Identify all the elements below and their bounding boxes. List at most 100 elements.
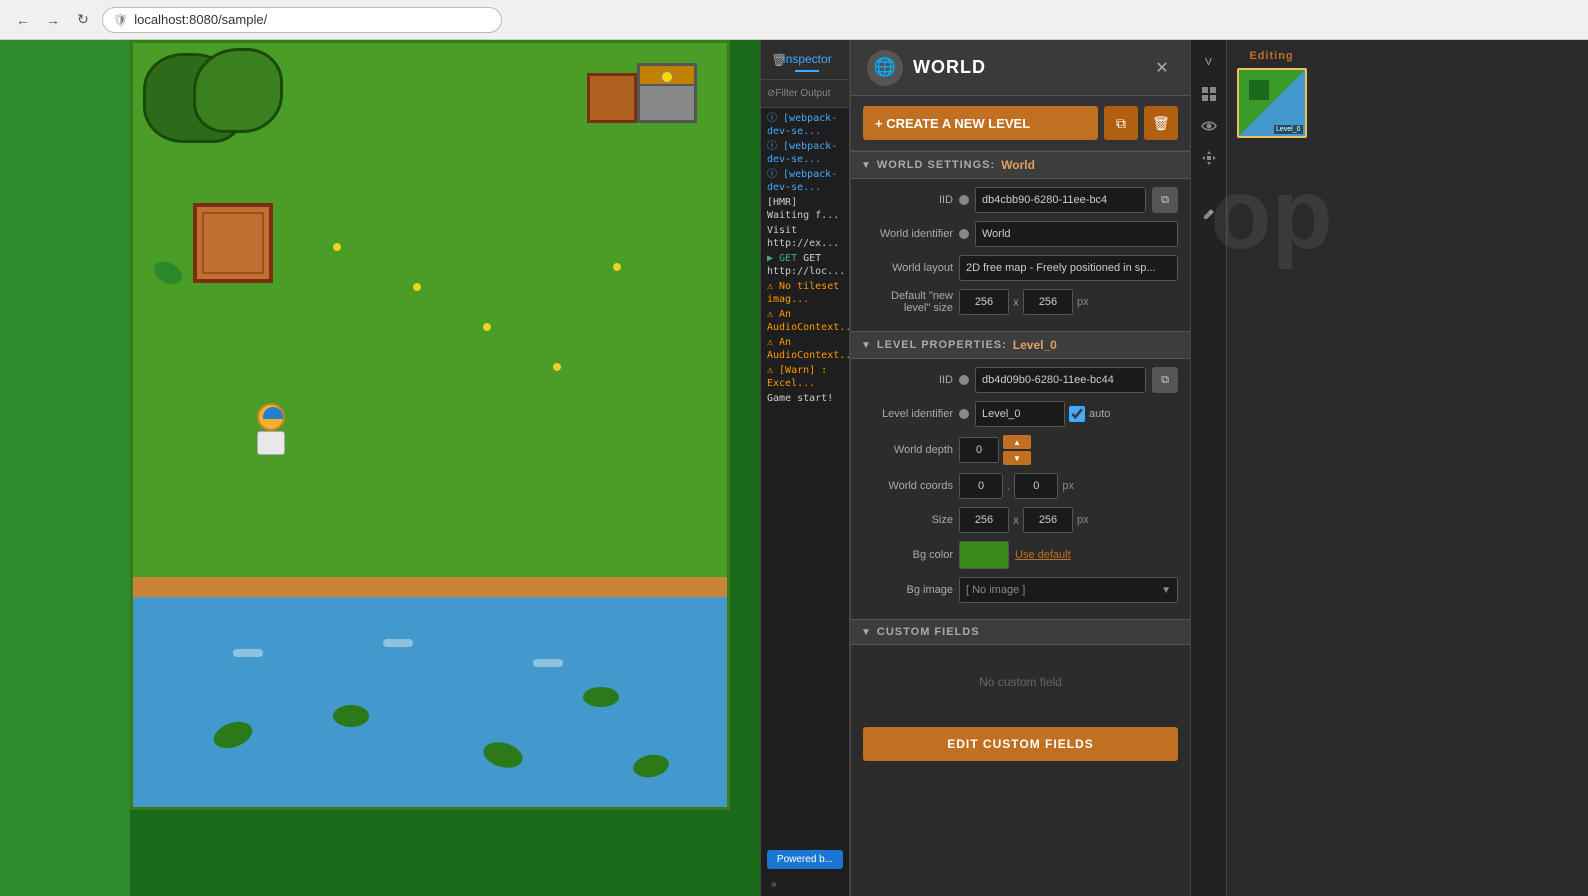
back-button[interactable]: ←: [12, 9, 34, 31]
flower3: [483, 323, 491, 331]
depth-down-button[interactable]: ▼: [1003, 451, 1031, 465]
forward-button[interactable]: →: [42, 9, 64, 31]
copy-level-iid-button[interactable]: ⧉: [1152, 367, 1178, 393]
depth-up-button[interactable]: ▲: [1003, 435, 1031, 449]
bg-op-text: op: [1210, 164, 1332, 264]
default-height-input[interactable]: [1023, 289, 1073, 315]
console-line-warn: ⚠ No tileset imag...: [767, 280, 843, 306]
sidebar-visuals-icon[interactable]: V: [1195, 48, 1223, 76]
console-line: ⓘ [webpack-dev-se...: [767, 140, 843, 166]
level-size-inputs: x px: [959, 507, 1089, 533]
level-size-label: Size: [863, 514, 953, 526]
chest1: [637, 63, 697, 123]
auto-label: auto: [1089, 408, 1110, 420]
flower5: [613, 263, 621, 271]
world-layout-row: World layout 2D free map - Freely positi…: [863, 255, 1178, 281]
inspector-header: 🌐 WORLD ✕: [851, 40, 1190, 96]
reload-button[interactable]: ↻: [72, 9, 94, 31]
game-canvas: [130, 40, 730, 810]
level-width-input[interactable]: [959, 507, 1009, 533]
game-area: [0, 40, 760, 896]
snake: [150, 257, 186, 289]
default-width-input[interactable]: [959, 289, 1009, 315]
auto-checkbox[interactable]: [1069, 406, 1085, 422]
world-settings-body: IID ⧉ World identifier World layout 2D f…: [851, 179, 1190, 331]
bg-image-value: [ No image ]: [966, 584, 1025, 596]
close-button[interactable]: ✕: [1150, 56, 1174, 80]
console-line: Game start!: [767, 392, 843, 405]
level-id-inputs: auto: [975, 401, 1110, 427]
iid-row: IID ⧉: [863, 187, 1178, 213]
level-properties-header: ▼ LEVEL PROPERTIES: Level_0: [851, 331, 1190, 359]
level-identifier-dot: [959, 409, 969, 419]
level-iid-row: IID ⧉: [863, 367, 1178, 393]
coord-y-input[interactable]: [1014, 473, 1058, 499]
editing-panel: Editing Level_0 op: [1226, 40, 1316, 896]
delete-world-button[interactable]: 🗑: [1144, 106, 1178, 140]
wood-box: [193, 203, 273, 283]
size-x-separator: x: [1013, 295, 1019, 309]
coord-x-input[interactable]: [959, 473, 1003, 499]
left-grass: [0, 40, 130, 896]
copy-iid-button[interactable]: ⧉: [1152, 187, 1178, 213]
console-line: Visit http://ex...: [767, 224, 843, 250]
level-thumbnail[interactable]: Level_0: [1237, 68, 1307, 138]
world-identifier-label: World identifier: [863, 228, 953, 240]
world-depth-row: World depth ▲ ▼: [863, 435, 1178, 465]
thumb-detail: [1249, 80, 1269, 100]
coord-px-label: px: [1062, 480, 1074, 492]
sidebar-eye-icon[interactable]: [1195, 112, 1223, 140]
sparkle1: [233, 649, 263, 657]
level-iid-label: IID: [863, 374, 953, 386]
default-size-label: Default "new level" size: [863, 290, 953, 314]
copy-world-button[interactable]: ⧉: [1104, 106, 1138, 140]
world-layout-select[interactable]: 2D free map - Freely positioned in sp...: [959, 255, 1178, 281]
level-properties-body: IID ⧉ Level identifier auto: [851, 359, 1190, 619]
world-layout-label: World layout: [863, 262, 953, 274]
chevron-down-icon-2: ▼: [861, 340, 871, 351]
console-line: ⓘ [webpack-dev-se...: [767, 168, 843, 194]
iid-input[interactable]: [975, 187, 1146, 213]
iid-label: IID: [863, 194, 953, 206]
world-identifier-input[interactable]: [975, 221, 1178, 247]
coords-inputs: . px: [959, 473, 1074, 499]
character: [253, 403, 289, 455]
custom-fields-section: No custom field EDIT CUSTOM FIELDS: [851, 645, 1190, 769]
main-area: 🗑 Inspector ⊘ Filter Output ⓘ [webpack-d…: [0, 40, 1588, 896]
lilypad2: [333, 705, 369, 727]
sparkle2: [383, 639, 413, 647]
sparkle3: [533, 659, 563, 667]
level-iid-input[interactable]: [975, 367, 1146, 393]
level-identifier-row: Level identifier auto: [863, 401, 1178, 427]
sidebar-grid-icon[interactable]: [1195, 80, 1223, 108]
bg-color-swatch[interactable]: [959, 541, 1009, 569]
iid-dot: [959, 195, 969, 205]
bg-image-select[interactable]: [ No image ] ▼: [959, 577, 1178, 603]
console-line: ▶ GET GET http://loc...: [767, 252, 843, 278]
level-height-input[interactable]: [1023, 507, 1073, 533]
level-iid-dot: [959, 375, 969, 385]
expand-icon[interactable]: »: [767, 877, 781, 892]
powered-button[interactable]: Powered b...: [767, 850, 843, 869]
identifier-dot: [959, 229, 969, 239]
level-identifier-input[interactable]: [975, 401, 1065, 427]
edit-custom-fields-button[interactable]: EDIT CUSTOM FIELDS: [863, 727, 1178, 761]
console-filter: ⊘ Filter Output: [761, 80, 849, 108]
console-line-warn: ⚠ [Warn] : Excel...: [767, 364, 843, 390]
get-method: ▶ GET: [767, 253, 803, 264]
create-level-button[interactable]: + CREATE A NEW LEVEL: [863, 106, 1098, 140]
bg-image-row: Bg image [ No image ] ▼: [863, 577, 1178, 603]
use-default-button[interactable]: Use default: [1015, 549, 1071, 561]
default-size-row: Default "new level" size x px: [863, 289, 1178, 315]
browser-bar: ← → ↻ 🛡 localhost:8080/sample/: [0, 0, 1588, 40]
info-icon: ⓘ: [767, 113, 783, 124]
devtools-inspector-tab[interactable]: Inspector: [795, 48, 819, 72]
bg-color-label: Bg color: [863, 549, 953, 561]
filter-text: Filter Output: [775, 88, 830, 99]
inspector-title: WORLD: [913, 57, 986, 78]
address-bar: 🛡 localhost:8080/sample/: [102, 7, 502, 33]
depth-input[interactable]: [959, 437, 999, 463]
console-line: [HMR] Waiting f...: [767, 196, 843, 222]
depth-controls: ▲ ▼: [959, 435, 1031, 465]
dropdown-arrow-icon: ▼: [1161, 585, 1171, 596]
